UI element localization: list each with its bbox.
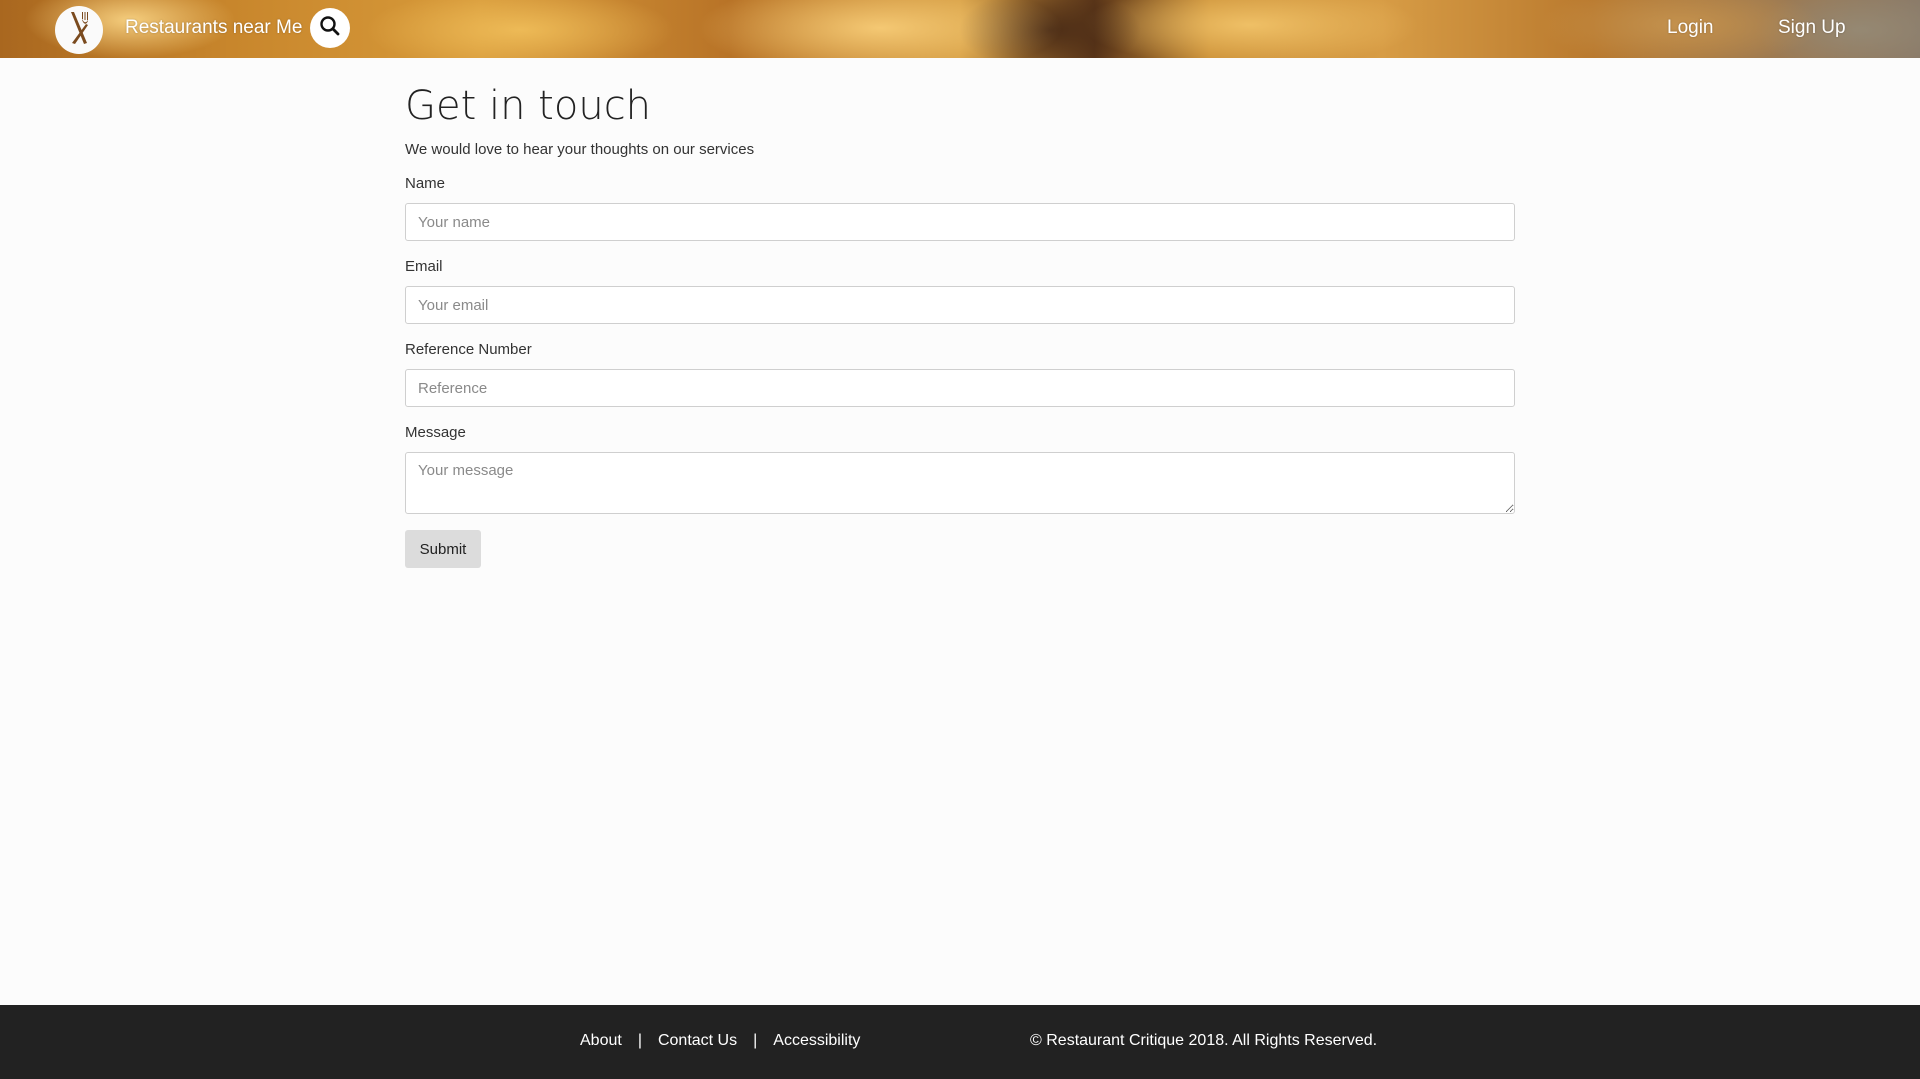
footer-nav: About | Contact Us | Accessibility [580,1032,860,1050]
contact-section: Get in touch We would love to hear your … [405,58,1515,568]
message-textarea[interactable] [405,452,1515,514]
message-label: Message [405,424,466,441]
footer-separator: | [753,1032,758,1049]
search-icon [319,15,341,42]
login-link[interactable]: Login [1667,17,1714,39]
reference-input[interactable] [405,369,1515,407]
name-input[interactable] [405,203,1515,241]
page-subtitle: We would love to hear your thoughts on o… [405,141,755,158]
site-header: Restaurants near Me Login Sign Up [0,0,1920,58]
submit-button[interactable]: Submit [405,530,481,568]
fork-knife-icon [64,10,94,51]
signup-link[interactable]: Sign Up [1778,17,1846,39]
footer-link-accessibility[interactable]: Accessibility [773,1032,860,1050]
contact-form: Name Email Reference Number Message Subm… [405,174,1515,568]
email-input[interactable] [405,286,1515,324]
search-button[interactable] [310,8,350,48]
site-title[interactable]: Restaurants near Me [125,17,302,39]
name-group: Name [405,174,1515,241]
reference-group: Reference Number [405,340,1515,407]
message-group: Message [405,423,1515,514]
footer-link-contact[interactable]: Contact Us [658,1032,737,1050]
copyright-text: © Restaurant Critique 2018. All Rights R… [1030,1032,1378,1049]
footer-link-about[interactable]: About [580,1032,622,1050]
reference-label: Reference Number [405,341,532,358]
email-group: Email [405,257,1515,324]
site-footer: About | Contact Us | Accessibility © Res… [0,1005,1920,1079]
page-title: Get in touch [405,83,652,129]
email-label: Email [405,258,443,275]
footer-separator: | [637,1032,642,1049]
name-label: Name [405,175,446,192]
site-logo[interactable] [55,6,103,54]
